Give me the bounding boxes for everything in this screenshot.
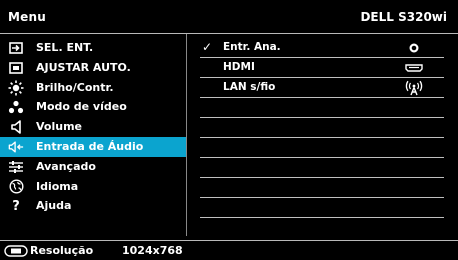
option-empty-row bbox=[200, 98, 444, 118]
menu-item-label: Ajuda bbox=[36, 199, 72, 213]
auto-adjust-icon bbox=[8, 60, 24, 76]
menu-item-label: Idioma bbox=[36, 179, 79, 193]
resolution-label: Resolução bbox=[30, 244, 94, 257]
selected-check-icon: ✓ bbox=[202, 40, 213, 54]
menu-item-label: SEL. ENT. bbox=[36, 41, 94, 54]
menu-item-volume[interactable]: Volume bbox=[0, 117, 186, 137]
option-label: LAN s/fio bbox=[223, 81, 276, 93]
input-select-icon bbox=[8, 40, 24, 56]
menu-item-label: Modo de vídeo bbox=[36, 100, 127, 114]
video-mode-icon bbox=[8, 99, 24, 115]
menu-title: Menu bbox=[8, 10, 46, 24]
menu-item-audio-input[interactable]: Entrada de Áudio bbox=[0, 136, 186, 157]
menu-item-help[interactable]: ? Ajuda bbox=[0, 196, 186, 216]
audio-input-options: ✓ Entr. Ana. HDMI LAN s/fio bbox=[186, 34, 458, 236]
option-analog-input[interactable]: ✓ Entr. Ana. bbox=[200, 38, 444, 58]
audio-input-icon bbox=[8, 139, 24, 155]
menu-item-input-select[interactable]: SEL. ENT. bbox=[0, 38, 186, 58]
main-menu: SEL. ENT. AJUSTAR AUTO. Brilho/Contr. Mo… bbox=[0, 38, 186, 216]
option-empty-row bbox=[200, 158, 444, 178]
wireless-antenna-icon bbox=[404, 80, 424, 96]
option-wireless-lan[interactable]: LAN s/fio bbox=[200, 78, 444, 98]
option-hdmi[interactable]: HDMI bbox=[200, 58, 444, 78]
menu-item-video-mode[interactable]: Modo de vídeo bbox=[0, 97, 186, 117]
status-bar: Resolução 1024x768 bbox=[0, 240, 458, 259]
projector-model: DELL S320wi bbox=[360, 10, 447, 24]
menu-item-label: AJUSTAR AUTO. bbox=[36, 60, 131, 74]
option-empty-row bbox=[200, 198, 444, 218]
language-icon bbox=[8, 179, 24, 195]
advanced-settings-icon bbox=[8, 159, 24, 175]
menu-item-label: Volume bbox=[36, 120, 82, 134]
menu-item-language[interactable]: Idioma bbox=[0, 177, 186, 197]
option-empty-row bbox=[200, 178, 444, 198]
hdmi-port-icon bbox=[404, 60, 424, 76]
resolution-icon bbox=[4, 245, 28, 257]
option-label: Entr. Ana. bbox=[223, 41, 281, 53]
menu-item-advanced[interactable]: Avançado bbox=[0, 157, 186, 177]
menu-item-label: Brilho/Contr. bbox=[36, 80, 114, 94]
resolution-value: 1024x768 bbox=[122, 244, 183, 257]
menu-item-brightness[interactable]: Brilho/Contr. bbox=[0, 78, 186, 98]
menu-item-label: Entrada de Áudio bbox=[36, 139, 144, 153]
option-empty-row bbox=[200, 138, 444, 158]
option-label: HDMI bbox=[223, 61, 255, 73]
volume-icon bbox=[8, 119, 24, 135]
analog-jack-icon bbox=[404, 40, 424, 56]
help-icon: ? bbox=[12, 198, 20, 214]
menu-item-auto-adjust[interactable]: AJUSTAR AUTO. bbox=[0, 58, 186, 78]
brightness-icon bbox=[8, 80, 24, 96]
menu-item-label: Avançado bbox=[36, 159, 96, 173]
option-empty-row bbox=[200, 118, 444, 138]
menu-header: Menu DELL S320wi bbox=[0, 0, 458, 34]
